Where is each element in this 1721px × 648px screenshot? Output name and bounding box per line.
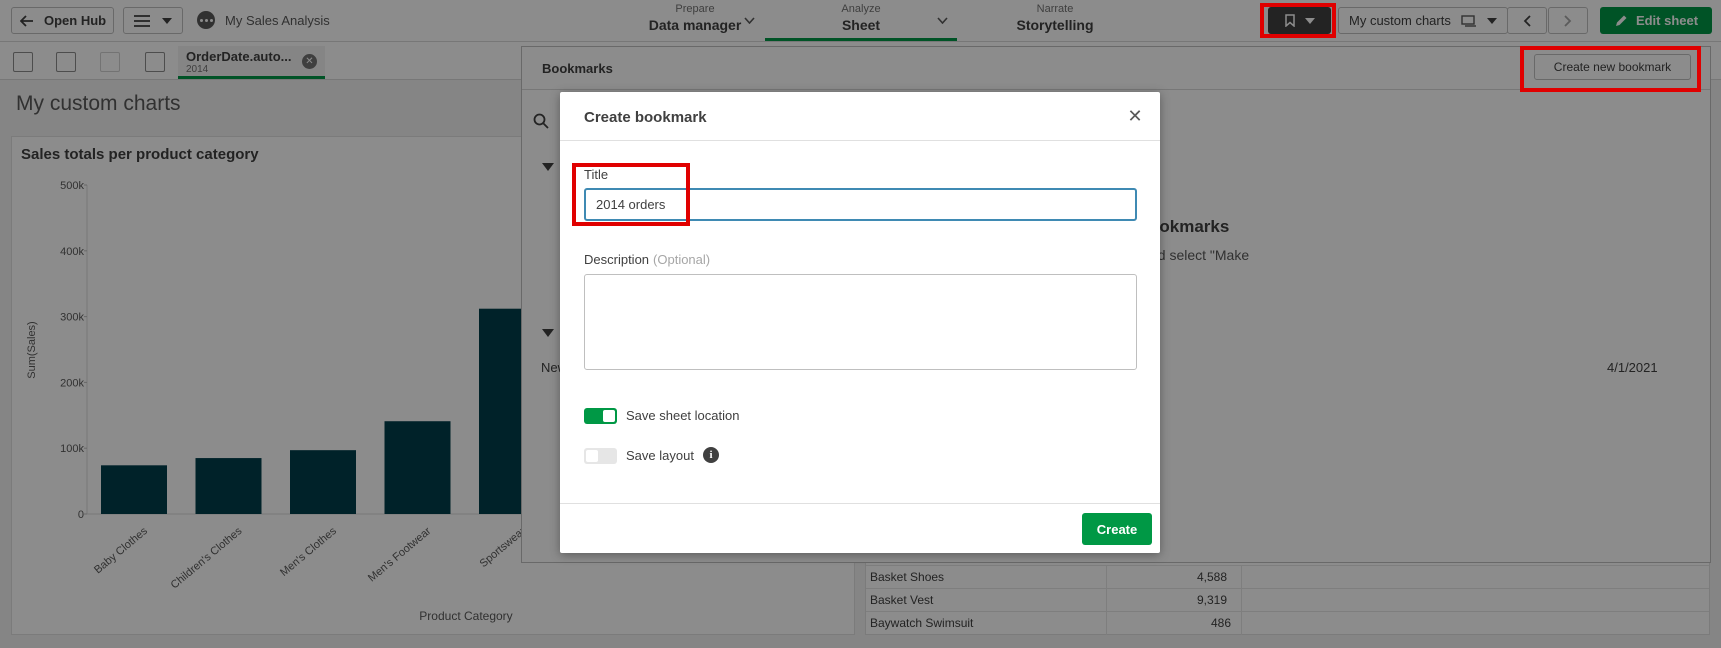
- title-label: Title: [584, 167, 609, 182]
- description-label-text: Description: [584, 252, 650, 267]
- description-input[interactable]: [584, 274, 1137, 370]
- title-input[interactable]: [584, 188, 1137, 221]
- create-button[interactable]: Create: [1082, 513, 1152, 545]
- description-optional: (Optional): [653, 252, 711, 267]
- dialog-header: Create bookmark ✕: [560, 92, 1160, 141]
- description-label: Description (Optional): [584, 252, 710, 267]
- dialog-title: Create bookmark: [584, 109, 707, 126]
- save-sheet-location-label: Save sheet location: [626, 408, 740, 423]
- save-sheet-location-toggle[interactable]: [584, 408, 617, 424]
- save-layout-label: Save layout: [626, 448, 694, 463]
- dialog-footer-divider: [560, 503, 1160, 504]
- create-bookmark-dialog: Create bookmark ✕ Title Description(Opti…: [560, 92, 1160, 553]
- save-layout-toggle[interactable]: [584, 448, 617, 464]
- close-icon[interactable]: ✕: [1126, 107, 1144, 125]
- info-icon[interactable]: i: [703, 447, 719, 463]
